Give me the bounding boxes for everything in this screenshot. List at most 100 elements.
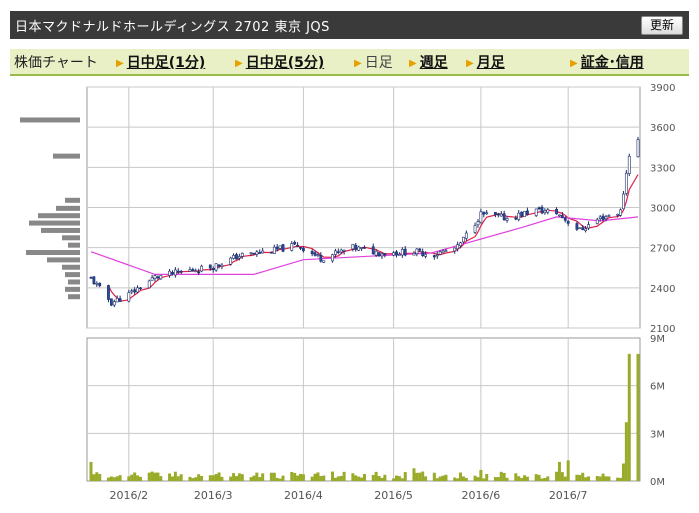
volume-bar xyxy=(502,472,506,481)
candle-body xyxy=(153,275,157,279)
candle-body xyxy=(412,252,416,256)
candle-body xyxy=(418,248,422,251)
volume-bar xyxy=(150,471,154,481)
candle-body xyxy=(363,247,366,249)
candle-body xyxy=(540,206,544,214)
candle-body xyxy=(534,208,538,216)
volume-profile-bar xyxy=(26,250,80,256)
candle-body xyxy=(281,244,285,252)
volume-tick-label: 6M xyxy=(650,382,665,393)
candle-body xyxy=(220,264,224,267)
volume-profile-bar xyxy=(38,213,80,219)
candle-body xyxy=(168,270,171,276)
volume-profile-bar xyxy=(68,294,80,300)
candle-body xyxy=(473,225,477,233)
candle-body xyxy=(499,213,503,217)
candle-body xyxy=(214,263,218,271)
candle-body xyxy=(197,271,201,274)
candle-body xyxy=(336,251,340,253)
candle-body xyxy=(546,209,550,213)
candle-body xyxy=(211,268,215,270)
candle-body xyxy=(136,287,139,293)
candle-body xyxy=(316,254,320,256)
candle-body xyxy=(636,139,640,158)
date-tick-label: 2016/5 xyxy=(374,489,413,502)
candle-body xyxy=(415,248,419,254)
candle-body xyxy=(485,212,489,215)
volume-bar xyxy=(584,477,588,481)
candle-body xyxy=(598,216,602,219)
candle-body xyxy=(334,250,337,255)
candle-body xyxy=(176,270,180,273)
volume-bar xyxy=(229,476,233,481)
candle-body xyxy=(421,251,425,257)
candle-body xyxy=(398,254,401,256)
candle-body xyxy=(432,255,436,258)
volume-bar xyxy=(342,471,346,481)
candle-body xyxy=(563,217,567,221)
volume-bar xyxy=(357,476,361,481)
candle-body xyxy=(502,213,506,221)
volume-bar xyxy=(133,472,137,481)
candle-body xyxy=(235,254,238,260)
candle-body xyxy=(171,271,174,275)
volume-bar xyxy=(168,473,172,481)
volume-bar xyxy=(517,476,521,481)
candle-body xyxy=(595,219,599,224)
volume-bar xyxy=(563,476,567,481)
stock-chart: 21002400270030003300360039000M3M6M9M2016… xyxy=(20,83,675,502)
candle-body xyxy=(173,269,177,276)
candle-body xyxy=(130,290,134,293)
candle-body xyxy=(98,282,102,287)
volume-bar xyxy=(621,463,625,481)
volume-bar xyxy=(179,474,183,481)
candle-body xyxy=(133,289,137,293)
date-tick-label: 2016/3 xyxy=(194,489,233,502)
candle-body xyxy=(377,252,381,257)
volume-bar xyxy=(298,473,302,481)
candle-body xyxy=(109,298,113,306)
candle-body xyxy=(578,227,582,230)
volume-bar xyxy=(479,469,483,481)
volume-bar xyxy=(249,477,253,481)
candle-body xyxy=(191,269,195,272)
volume-profile-bar xyxy=(62,264,80,270)
volume-bar xyxy=(296,475,300,481)
candle-body xyxy=(301,247,305,252)
price-tick-label: 3900 xyxy=(650,83,675,94)
candle-body xyxy=(494,212,497,216)
volume-profile-bar xyxy=(56,205,80,211)
candle-body xyxy=(232,255,235,259)
candle-body xyxy=(275,246,279,250)
candle-body xyxy=(139,287,142,290)
volume-bar xyxy=(208,475,212,481)
volume-profile-bar xyxy=(65,272,80,278)
candle-body xyxy=(229,257,233,265)
volume-profile-bar xyxy=(20,117,80,123)
candle-body xyxy=(249,252,253,254)
volume-bar xyxy=(194,477,198,481)
volume-profile-bar xyxy=(47,257,80,263)
candle-body xyxy=(194,270,198,273)
candle-body xyxy=(558,214,561,217)
volume-bar xyxy=(339,475,343,481)
price-tick-label: 2700 xyxy=(650,244,675,255)
candle-body xyxy=(357,246,361,251)
volume-bar xyxy=(380,477,384,481)
volume-bar xyxy=(523,475,527,481)
volume-bar xyxy=(290,471,294,481)
candle-body xyxy=(112,301,116,306)
candle-body xyxy=(208,264,212,269)
volume-bar xyxy=(214,474,218,481)
candle-body xyxy=(200,265,203,272)
candle-body xyxy=(269,251,273,254)
candle-body xyxy=(95,283,99,285)
candle-body xyxy=(624,172,628,194)
candle-body xyxy=(505,218,509,221)
volume-bar xyxy=(438,476,442,481)
volume-profile-bar xyxy=(62,235,80,241)
volume-bar xyxy=(118,475,122,481)
volume-bar xyxy=(255,472,259,481)
volume-bar xyxy=(159,476,163,481)
candle-body xyxy=(537,207,541,210)
